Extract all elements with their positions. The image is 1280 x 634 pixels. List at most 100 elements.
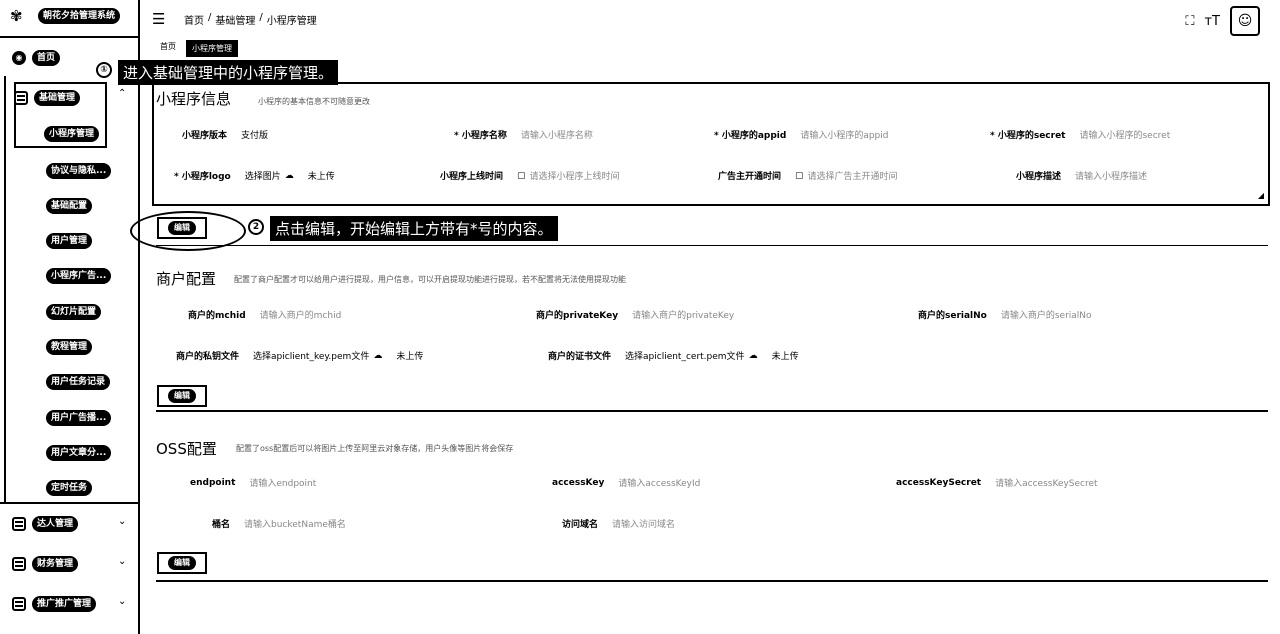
sidebar-group-finance[interactable]: 财务管理 — [12, 556, 79, 572]
field-label: * 小程序的secret — [990, 131, 1066, 141]
resize-handle-icon: ◢ — [1257, 191, 1264, 200]
oss-desc: 配置了oss配置后可以将图片上传至阿里云对象存储，用户头像等图片将会保存 — [236, 444, 514, 453]
sidebar-item-users[interactable]: 用户管理 — [46, 233, 93, 249]
mchid-input[interactable]: 请输入商户的mchid — [260, 308, 342, 321]
field-secret: * 小程序的secret 请输入小程序的secret — [990, 128, 1170, 141]
sidebar-item-label: 推广推广管理 — [32, 596, 97, 612]
launch-time-input[interactable]: 请选择小程序上线时间 — [530, 169, 620, 182]
avatar[interactable]: ☺ — [1230, 6, 1260, 36]
field-appid: * 小程序的appid 请输入小程序的appid — [714, 128, 888, 141]
field-description: 小程序描述 请输入小程序描述 — [1016, 169, 1147, 182]
sidebar-item-label: 小程序广告... — [46, 268, 112, 284]
tab-miniapp[interactable]: 小程序管理 — [186, 40, 238, 57]
field-version: 小程序版本 支付版 — [182, 128, 268, 141]
field-label: * 小程序名称 — [454, 131, 507, 141]
tab-home[interactable]: 首页 — [156, 40, 180, 57]
name-input[interactable]: 请输入小程序名称 — [521, 128, 593, 141]
description-input[interactable]: 请输入小程序描述 — [1075, 169, 1147, 182]
upload-icon: ☁ — [373, 350, 383, 361]
ad-time-input[interactable]: 请选择广告主开通时间 — [808, 169, 898, 182]
field-label: 小程序版本 — [182, 131, 228, 141]
field-ad-time: 广告主开通时间 ▢ 请选择广告主开通时间 — [718, 169, 898, 183]
field-domain: 访问域名 请输入访问域名 — [562, 517, 675, 530]
logo-status: 未上传 — [307, 172, 335, 182]
sidebar-item-home[interactable]: ◉ 首页 — [12, 50, 61, 66]
endpoint-input[interactable]: 请输入endpoint — [249, 476, 316, 489]
breadcrumb-home[interactable]: 首页 — [184, 12, 204, 27]
key-file-status: 未上传 — [396, 352, 424, 362]
privatekey-input[interactable]: 请输入商户的privateKey — [632, 308, 734, 321]
field-name: * 小程序名称 请输入小程序名称 — [454, 128, 593, 141]
field-key-file: 商户的私钥文件 选择apiclient_key.pem文件 ☁ 未上传 — [176, 349, 424, 363]
fullscreen-icon[interactable]: ⛶ — [1185, 14, 1194, 29]
top-icons: ⛶ тT ☺ — [1185, 6, 1260, 36]
upload-icon: ☁ — [284, 170, 294, 181]
sidebar-item-ads[interactable]: 小程序广告... — [46, 268, 112, 284]
sidebar-item-protocol[interactable]: 协议与隐私... — [46, 163, 112, 179]
sidebar: ✾ 朝花夕拾管理系统 ◉ 首页 基础管理 ⌃ 小程序管理 协议与隐私... 基础… — [0, 0, 140, 634]
breadcrumb-current: 小程序管理 — [266, 16, 317, 27]
field-label: 小程序描述 — [1016, 172, 1062, 182]
field-label: accessKey — [552, 477, 605, 488]
miniapp-edit-button[interactable]: 编辑 — [157, 217, 207, 239]
divider — [156, 410, 1268, 412]
sidebar-item-label: 首页 — [32, 50, 61, 66]
sidebar-item-basic-config[interactable]: 基础配置 — [46, 198, 93, 214]
field-privatekey: 商户的privateKey 请输入商户的privateKey — [536, 308, 734, 321]
bucket-input[interactable]: 请输入bucketName桶名 — [244, 517, 346, 530]
sidebar-item-ad-play[interactable]: 用户广告播... — [46, 410, 112, 426]
merchant-title: 商户配置 — [156, 270, 217, 288]
field-label: * 小程序的appid — [714, 131, 787, 141]
sidebar-item-label: 教程管理 — [46, 339, 93, 355]
breadcrumb: 首页 / 基础管理 / 小程序管理 — [184, 12, 317, 27]
domain-input[interactable]: 请输入访问域名 — [612, 517, 675, 530]
accesskey-input[interactable]: 请输入accessKeyId — [618, 476, 700, 489]
field-endpoint: endpoint 请输入endpoint — [190, 476, 316, 490]
sidebar-item-tutorials[interactable]: 教程管理 — [46, 339, 93, 355]
field-label: 小程序上线时间 — [440, 172, 504, 182]
chevron-up-icon[interactable]: ⌃ — [118, 88, 126, 99]
serialno-input[interactable]: 请输入商户的serialNo — [1001, 308, 1092, 321]
field-label: 商户的privateKey — [536, 311, 619, 321]
app-title: 朝花夕拾管理系统 — [38, 8, 121, 24]
chevron-down-icon[interactable]: ⌄ — [118, 596, 126, 607]
tab-bar: 首页 小程序管理 — [156, 40, 238, 57]
dashboard-icon: ◉ — [12, 51, 26, 65]
lotus-logo-icon: ✾ — [10, 7, 23, 25]
sidebar-item-miniapp[interactable]: 小程序管理 — [44, 126, 100, 142]
sidebar-item-share[interactable]: 用户文章分... — [46, 445, 112, 461]
field-launch-time: 小程序上线时间 ▢ 请选择小程序上线时间 — [440, 169, 620, 183]
key-file-select-button[interactable]: 选择apiclient_key.pem文件 — [253, 349, 369, 362]
oss-title: OSS配置 — [156, 440, 217, 458]
topbar: ☰ 首页 / 基础管理 / 小程序管理 ⛶ тT ☺ — [148, 0, 1280, 36]
divider — [156, 580, 1268, 582]
sidebar-item-slides[interactable]: 幻灯片配置 — [46, 304, 102, 320]
edit-label: 编辑 — [168, 221, 196, 235]
breadcrumb-basic[interactable]: 基础管理 — [215, 12, 255, 27]
sidebar-item-label: 财务管理 — [32, 556, 79, 572]
sidebar-item-label: 基础配置 — [46, 198, 93, 214]
annotation-step2-number: 2 — [248, 219, 264, 235]
sidebar-group-dar[interactable]: 达人管理 — [12, 516, 79, 532]
field-label: 商户的serialNo — [918, 311, 987, 321]
sidebar-item-label: 用户广告播... — [46, 410, 112, 426]
annotation-step1-number: ① — [96, 62, 112, 78]
oss-edit-button[interactable]: 编辑 — [157, 552, 207, 574]
appid-input[interactable]: 请输入小程序的appid — [800, 128, 888, 141]
field-accesskey: accessKey 请输入accessKeyId — [552, 476, 700, 490]
font-size-icon[interactable]: тT — [1204, 14, 1220, 29]
merchant-edit-button[interactable]: 编辑 — [157, 385, 207, 407]
version-value[interactable]: 支付版 — [241, 128, 268, 141]
menu-toggle-icon[interactable]: ☰ — [152, 10, 165, 28]
cert-file-select-button[interactable]: 选择apiclient_cert.pem文件 — [625, 349, 745, 362]
secret-input[interactable]: 请输入小程序的secret — [1079, 128, 1170, 141]
edit-label: 编辑 — [168, 389, 196, 403]
chevron-down-icon[interactable]: ⌄ — [118, 516, 126, 527]
sidebar-group-promo[interactable]: 推广推广管理 — [12, 596, 97, 612]
upload-icon: ☁ — [748, 350, 758, 361]
logo-select-button[interactable]: 选择图片 — [245, 169, 281, 182]
accesskeysecret-input[interactable]: 请输入accessKeySecret — [995, 476, 1097, 489]
chevron-down-icon[interactable]: ⌄ — [118, 556, 126, 567]
sidebar-item-cron[interactable]: 定时任务 — [46, 480, 93, 496]
sidebar-item-task-log[interactable]: 用户任务记录 — [46, 374, 111, 390]
